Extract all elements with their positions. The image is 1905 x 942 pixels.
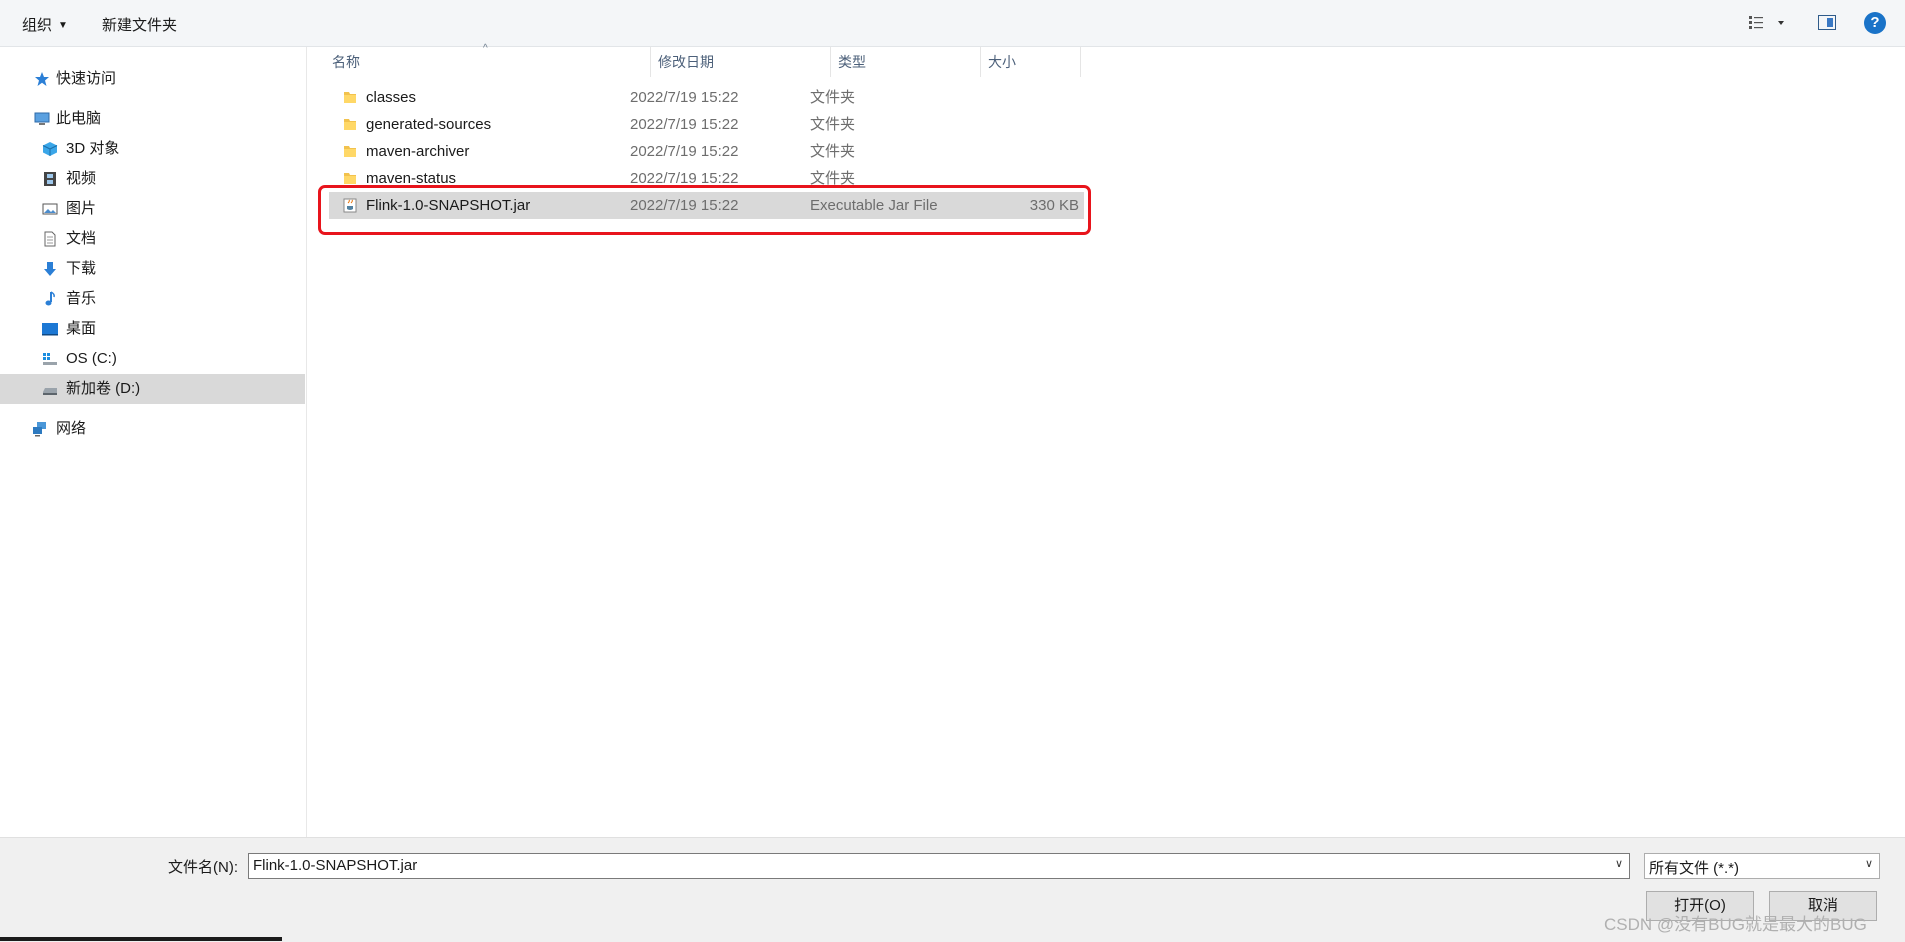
sidebar-item-label: 快速访问	[56, 70, 117, 87]
organize-menu-button[interactable]: 组织 ▼	[22, 14, 68, 35]
file-type: 文件夹	[810, 89, 856, 106]
download-arrow-icon	[44, 262, 56, 276]
sidebar-item-drive-c[interactable]: OS (C:)	[0, 344, 305, 374]
chevron-down-icon[interactable]: ∨	[1615, 857, 1623, 870]
sidebar-item-label: 视频	[66, 170, 97, 187]
file-date: 2022/7/19 15:22	[630, 170, 739, 185]
sidebar-item-label: 此电脑	[56, 110, 102, 127]
list-view-icon	[1749, 16, 1784, 29]
red-highlight-annotation	[318, 185, 1091, 235]
file-list-pane: ^ 名称 修改日期 类型 大小 classes 2022/7/19 15:22 …	[307, 43, 1905, 837]
column-header-size[interactable]: 大小	[988, 47, 1016, 77]
file-row-maven-status[interactable]: maven-status 2022/7/19 15:22 文件夹	[329, 165, 1084, 185]
sidebar-item-label: 文档	[66, 230, 97, 247]
column-divider[interactable]	[650, 47, 651, 77]
filename-input[interactable]: Flink-1.0-SNAPSHOT.jar ∨	[248, 853, 1630, 879]
windows-drive-icon	[43, 353, 57, 365]
file-type: 文件夹	[810, 116, 856, 133]
file-type: 文件夹	[810, 143, 856, 160]
sidebar-item-this-pc[interactable]: 此电脑	[0, 104, 305, 134]
sidebar-item-network[interactable]: 网络	[0, 414, 305, 444]
sidebar-item-label: 桌面	[66, 320, 97, 337]
document-icon	[44, 231, 56, 247]
column-header-name[interactable]: 名称	[332, 47, 360, 77]
desktop-icon	[42, 323, 58, 336]
star-icon	[35, 72, 49, 86]
column-divider[interactable]	[1080, 47, 1081, 77]
view-options-button[interactable]	[1748, 14, 1788, 32]
sidebar-item-label: OS (C:)	[66, 350, 117, 367]
watermark: CSDN @没有BUG就是最大的BUG	[1604, 915, 1867, 934]
picture-icon	[42, 203, 58, 215]
folder-icon	[344, 173, 356, 184]
sidebar-item-desktop[interactable]: 桌面	[0, 314, 305, 344]
sidebar-item-label: 3D 对象	[66, 140, 120, 157]
sidebar-item-drive-d[interactable]: 新加卷 (D:)	[0, 374, 305, 404]
folder-icon	[344, 92, 356, 103]
network-icon	[33, 422, 46, 437]
navigation-pane: 快速访问 此电脑 3D 对象 视频 图片 文档 下载 音乐 桌面 OS (C:)…	[0, 47, 307, 837]
sidebar-item-label: 新加卷 (D:)	[66, 380, 141, 397]
filename-label: 文件名(N):	[168, 859, 238, 876]
folder-icon	[344, 119, 356, 130]
file-date: 2022/7/19 15:22	[630, 116, 739, 133]
file-row-generated-sources[interactable]: generated-sources 2022/7/19 15:22 文件夹	[329, 111, 1084, 138]
file-date: 2022/7/19 15:22	[630, 89, 739, 106]
sort-ascending-icon: ^	[483, 43, 488, 54]
column-header-type[interactable]: 类型	[838, 47, 866, 77]
toolbar: 组织 ▼ 新建文件夹 ?	[0, 0, 1905, 47]
chevron-down-icon: ▼	[58, 20, 68, 31]
organize-label: 组织	[22, 17, 53, 34]
file-date: 2022/7/19 15:22	[630, 143, 739, 160]
file-type: 文件夹	[810, 170, 856, 185]
preview-pane-icon[interactable]	[1818, 15, 1836, 30]
sidebar-item-3d-objects[interactable]: 3D 对象	[0, 134, 305, 164]
computer-icon	[34, 112, 50, 125]
film-icon	[44, 172, 56, 186]
drive-icon	[43, 388, 57, 395]
file-row-maven-archiver[interactable]: maven-archiver 2022/7/19 15:22 文件夹	[329, 138, 1084, 165]
file-name: classes	[366, 89, 417, 106]
cube-icon	[42, 142, 58, 156]
sidebar-item-label: 网络	[56, 420, 87, 437]
chevron-down-icon: ∨	[1864, 858, 1873, 870]
filename-value: Flink-1.0-SNAPSHOT.jar	[253, 857, 418, 874]
sidebar-item-downloads[interactable]: 下载	[0, 254, 305, 284]
column-divider[interactable]	[980, 47, 981, 77]
file-type-value: 所有文件 (*.*)	[1649, 860, 1740, 877]
sidebar-item-label: 音乐	[66, 290, 97, 307]
sidebar-item-videos[interactable]: 视频	[0, 164, 305, 194]
file-name: maven-status	[366, 170, 457, 185]
sidebar-item-quick-access[interactable]: 快速访问	[0, 64, 305, 94]
taskbar-edge	[0, 937, 282, 941]
folder-icon	[344, 146, 356, 157]
file-row-classes[interactable]: classes 2022/7/19 15:22 文件夹	[329, 84, 1084, 111]
music-note-icon	[45, 291, 55, 306]
sidebar-item-label: 图片	[66, 200, 97, 217]
file-name: maven-archiver	[366, 143, 470, 160]
file-name: generated-sources	[366, 116, 492, 133]
new-folder-button[interactable]: 新建文件夹	[102, 14, 177, 35]
file-type-select[interactable]: 所有文件 (*.*) ∨	[1644, 853, 1880, 879]
sidebar-item-pictures[interactable]: 图片	[0, 194, 305, 224]
sidebar-item-documents[interactable]: 文档	[0, 224, 305, 254]
sidebar-item-label: 下载	[66, 260, 97, 277]
column-divider[interactable]	[830, 47, 831, 77]
help-icon[interactable]: ?	[1864, 12, 1886, 34]
column-header-date[interactable]: 修改日期	[658, 47, 714, 77]
sidebar-item-music[interactable]: 音乐	[0, 284, 305, 314]
